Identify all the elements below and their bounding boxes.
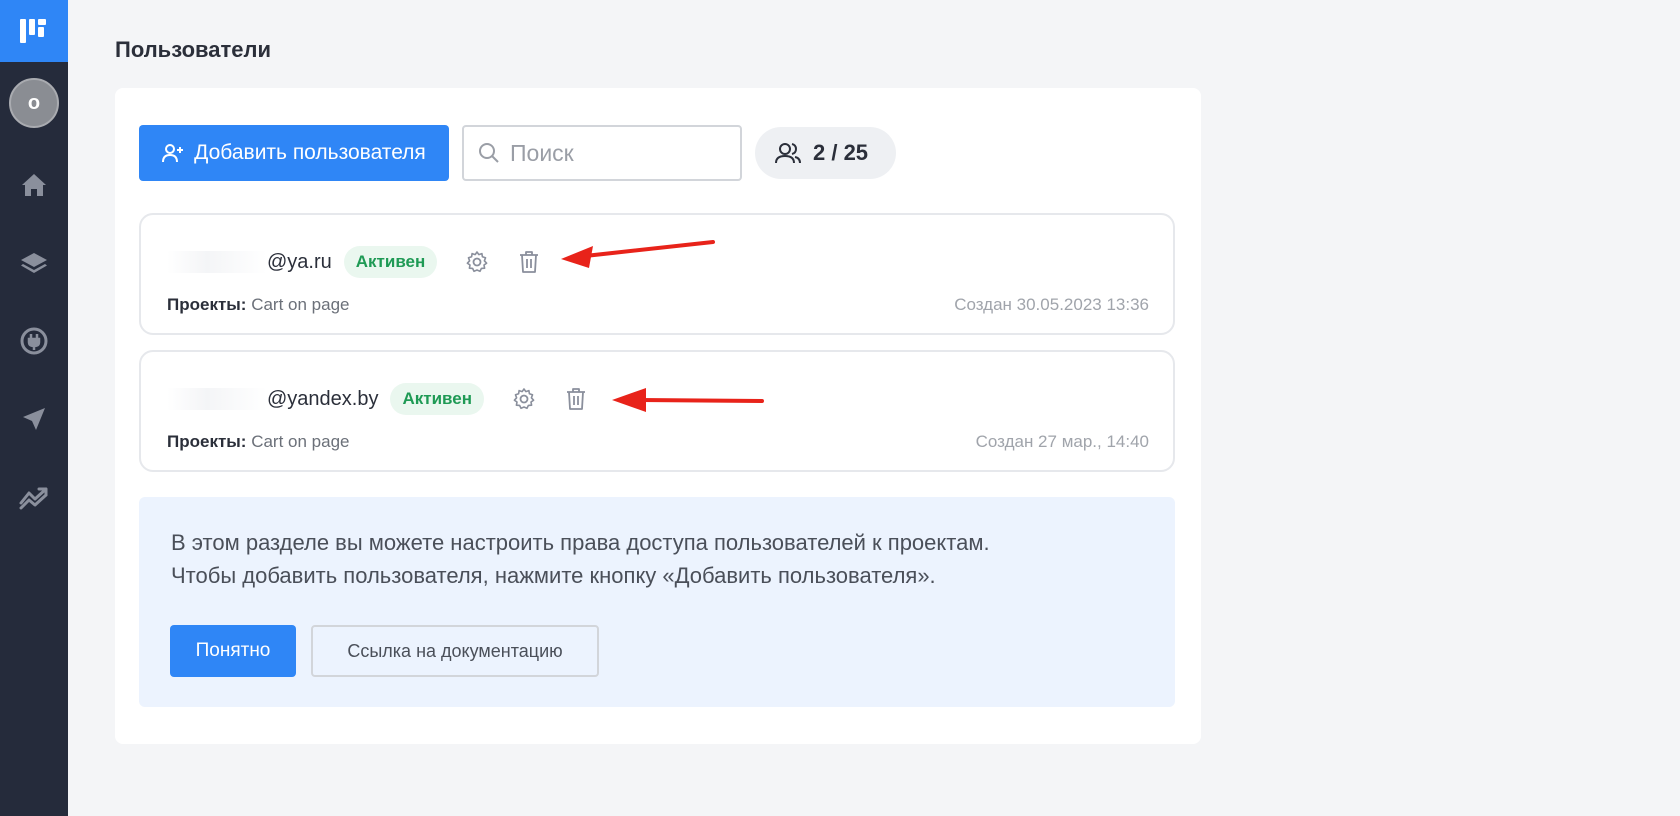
avatar-letter: o [27,91,41,114]
plugin-icon [20,327,48,355]
user-projects: Проекты: Cart on page [167,295,350,315]
sidebar-item-analytics[interactable] [0,458,68,536]
logo-icon [20,19,46,43]
toolbar: Добавить пользователя 2 / 25 [139,125,897,181]
info-box: В этом разделе вы можете настроить права… [139,497,1175,707]
user-created: Создан 27 мар., 14:40 [975,432,1149,451]
status-badge: Активен [390,383,484,415]
ok-button[interactable]: Понятно [170,625,296,677]
info-line-1: В этом разделе вы можете настроить права… [171,530,990,555]
user-delete-button[interactable] [562,385,590,413]
info-line-2: Чтобы добавить пользователя, нажмите кно… [171,563,936,588]
projects-value: Cart on page [251,432,350,451]
analytics-icon [19,487,48,510]
user-created: Создан 30.05.2023 13:36 [954,295,1149,314]
sidebar-item-plugin[interactable] [0,302,68,380]
layers-icon [21,253,47,273]
user-delete-button[interactable] [515,248,543,276]
avatar[interactable]: o [9,78,59,128]
sidebar-item-send[interactable] [0,380,68,458]
user-email: @yandex.by [267,387,379,410]
projects-label: Проекты: [167,432,247,451]
status-badge: Активен [343,246,438,278]
search-input[interactable] [510,139,720,167]
sidebar-item-layers[interactable] [0,224,68,302]
user-plus-icon [162,144,184,163]
home-icon [22,174,46,196]
projects-label: Проекты: [167,295,247,314]
user-counter-value: 2 / 25 [813,140,869,165]
users-icon [775,143,801,164]
send-icon [23,408,45,430]
add-user-label: Добавить пользователя [194,141,426,164]
annotation-arrow [561,240,715,268]
add-user-button[interactable]: Добавить пользователя [139,125,449,181]
docs-link-button[interactable]: Ссылка на документацию [311,625,599,677]
email-redacted [167,388,267,410]
page-title: Пользователи [115,37,272,62]
gear-icon [513,388,535,410]
user-counter: 2 / 25 [755,127,897,179]
sidebar: o [0,0,68,816]
projects-value: Cart on page [251,295,350,314]
search-icon [479,143,499,163]
user-settings-button[interactable] [463,248,491,276]
search-box[interactable] [462,125,742,181]
trash-icon [520,251,539,273]
logo[interactable] [0,0,68,62]
gear-icon [466,251,488,273]
annotation-arrow [612,388,764,412]
user-email: @ya.ru [267,250,332,273]
user-settings-button[interactable] [510,385,538,413]
user-projects: Проекты: Cart on page [167,432,350,452]
email-redacted [167,251,267,273]
trash-icon [567,388,585,410]
sidebar-item-home[interactable] [0,146,68,224]
